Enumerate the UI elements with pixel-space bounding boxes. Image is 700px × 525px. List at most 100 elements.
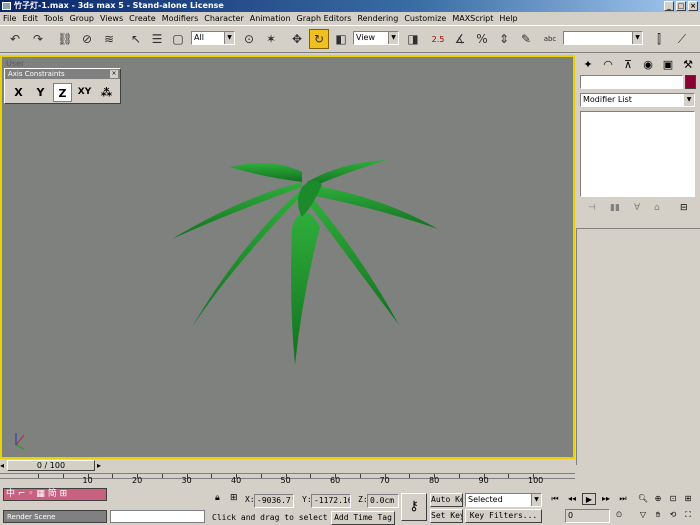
key-filters-button[interactable]: Key Filters... [465,509,542,523]
track-bar[interactable]: 10 20 30 40 50 60 70 80 90 100 [0,473,575,488]
display-tab-icon[interactable]: ▣ [659,55,677,73]
named-selection-icon[interactable]: ✎ [516,29,536,49]
z-coordinate-field[interactable]: 0.0cm [367,494,399,508]
select-and-link-icon[interactable]: ⛓ [55,29,75,49]
x-coordinate-field[interactable]: -9036.7' [254,494,294,508]
percent-snap-icon[interactable]: % [472,29,492,49]
window-title: 竹子灯-1.max - 3ds max 5 - Stand-alone Lice… [14,1,224,10]
time-slider[interactable]: ◂ 0 / 100 ▸ [0,460,575,472]
motion-tab-icon[interactable]: ◉ [639,55,657,73]
add-time-tag-button[interactable]: Add Time Tag [331,511,395,525]
auto-key-button[interactable]: Auto Key [430,493,463,507]
menu-group[interactable]: Group [67,12,97,25]
arc-rotate-icon[interactable]: ⟲ [666,509,680,521]
next-frame-icon[interactable]: ▸▸ [599,493,613,505]
pin-stack-icon[interactable]: ⊣ [588,203,596,213]
abc-icon[interactable]: abc [540,29,560,49]
configure-modifier-sets-icon[interactable]: ⊟ [680,203,688,213]
object-color-swatch[interactable] [685,75,696,89]
modifier-stack[interactable] [580,111,695,197]
rectangular-selection-icon[interactable]: ▢ [168,29,188,49]
make-unique-icon[interactable]: ∀ [634,203,640,213]
select-and-scale-icon[interactable]: ◧ [331,29,351,49]
menu-customize[interactable]: Customize [401,12,449,25]
menu-tools[interactable]: Tools [41,12,67,25]
field-of-view-icon[interactable]: ▽ [636,509,650,521]
mirror-icon[interactable]: ⫿ [649,29,669,49]
zoom-all-icon[interactable]: ⊕ [651,493,665,505]
modify-tab-icon[interactable]: ◠ [599,55,617,73]
key-mode-dropdown[interactable]: Selected ▼ [465,493,542,507]
crossing-selection-icon[interactable]: ✶ [261,29,281,49]
pan-icon[interactable]: ✋︎ [651,509,665,521]
key-icon[interactable]: ⚷ [401,493,427,521]
key-mode-value: Selected [468,495,503,504]
axis-tripod-icon [15,433,25,450]
bind-space-warp-icon[interactable]: ≋ [99,29,119,49]
play-icon[interactable]: ▶ [582,493,596,505]
set-key-button[interactable]: Set Key [430,509,463,523]
select-by-name-icon[interactable]: ☰ [147,29,167,49]
object-name-field[interactable] [580,75,683,89]
zoom-extents-icon[interactable]: ⊡ [666,493,680,505]
menu-animation[interactable]: Animation [247,12,294,25]
absolute-mode-icon[interactable]: ⊞ [230,493,238,503]
hierarchy-tab-icon[interactable]: ⊼ [619,55,637,73]
menu-rendering[interactable]: Rendering [354,12,401,25]
time-slider-knob[interactable]: 0 / 100 [7,460,95,471]
menu-file[interactable]: File [0,12,19,25]
time-configuration-icon[interactable]: ⏲︎ [612,509,626,521]
maximize-button[interactable]: □ [676,1,686,11]
selection-filter-dropdown[interactable]: All ▼ [191,31,235,45]
redo-icon[interactable]: ↷ [28,29,48,49]
render-scene-button[interactable]: Render Scene [3,510,107,523]
go-to-end-icon[interactable]: ⏭︎ [616,493,630,505]
named-selection-sets-dropdown[interactable]: ▼ [563,31,643,45]
lock-selection-icon[interactable]: 🔒︎ [215,493,220,503]
spinner-snap-icon[interactable]: ⇕ [494,29,514,49]
maximize-viewport-icon[interactable]: ⛶ [681,509,695,521]
slider-next-icon[interactable]: ▸ [97,461,101,470]
menu-views[interactable]: Views [97,12,126,25]
menu-maxscript[interactable]: MAXScript [449,12,496,25]
current-frame-field[interactable]: 0 [565,509,610,523]
zoom-extents-all-icon[interactable]: ⊞ [681,493,695,505]
menu-graph-editors[interactable]: Graph Editors [294,12,355,25]
scene-canvas[interactable] [2,57,573,457]
select-and-move-icon[interactable]: ✥ [287,29,307,49]
leaf-shape [192,189,302,327]
track-bar-tick [38,474,39,478]
menu-create[interactable]: Create [126,12,159,25]
select-and-rotate-icon[interactable]: ↻ [309,29,329,49]
modifier-list-dropdown[interactable]: Modifier List ▼ [580,93,695,107]
close-button[interactable]: × [688,1,698,11]
menu-modifiers[interactable]: Modifiers [159,12,202,25]
chevron-down-icon: ▼ [224,32,234,44]
menu-help[interactable]: Help [496,12,520,25]
menu-edit[interactable]: Edit [19,12,41,25]
go-to-start-icon[interactable]: ⏮︎ [548,493,562,505]
zoom-icon[interactable]: 🔍︎ [636,493,650,505]
y-coordinate-field[interactable]: -1172.16 [311,494,351,508]
menu-character[interactable]: Character [201,12,247,25]
select-object-icon[interactable]: ↖ [126,29,146,49]
show-end-result-icon[interactable]: ▮▮ [610,203,620,213]
maxscript-listener-field[interactable] [110,510,205,523]
align-icon[interactable]: ⟋ [672,29,692,49]
undo-icon[interactable]: ↶ [5,29,25,49]
reference-coordinate-dropdown[interactable]: View ▼ [353,31,399,45]
minimize-button[interactable]: _ [664,1,674,11]
slider-prev-icon[interactable]: ◂ [0,461,4,470]
utilities-tab-icon[interactable]: ⚒ [679,55,697,73]
ime-toolbar[interactable]: 中 ⌐ ◦ ▦ 简 ⊞ [3,488,107,501]
previous-frame-icon[interactable]: ◂◂ [565,493,579,505]
angle-snap-icon[interactable]: ∡ [450,29,470,49]
create-tab-icon[interactable]: ✦ [579,55,597,73]
unlink-selection-icon[interactable]: ⊘ [77,29,97,49]
snap-toggle-icon[interactable]: 2.5 [428,29,448,49]
select-and-manipulate-icon[interactable]: ⊙ [239,29,259,49]
viewport-user[interactable]: User Axis Constraints × X Y Z XY ⁂ [0,55,575,459]
remove-modifier-icon[interactable]: ⌂ [654,203,660,213]
pivot-point-center-icon[interactable]: ◨ [403,29,423,49]
selection-filter-value: All [194,33,204,42]
